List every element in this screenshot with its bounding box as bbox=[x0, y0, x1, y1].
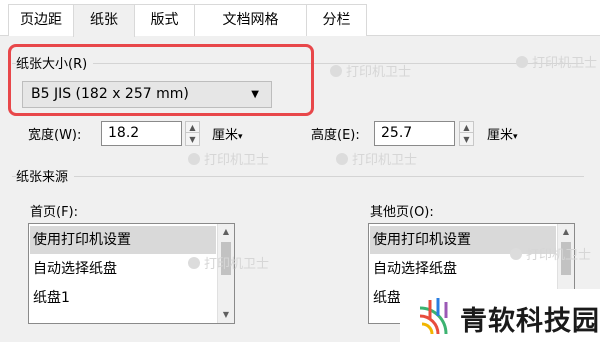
scrollbar[interactable]: ▲ ▼ bbox=[217, 224, 234, 323]
first-page-listbox[interactable]: 使用打印机设置 自动选择纸盘 纸盘1 ▲ ▼ bbox=[28, 223, 235, 324]
height-label: 高度(E): bbox=[311, 128, 360, 143]
height-spinner[interactable]: ▲ ▼ bbox=[459, 121, 474, 146]
watermark: 打印机卫士 bbox=[336, 149, 417, 168]
spin-up-icon[interactable]: ▲ bbox=[460, 122, 473, 133]
list-item[interactable]: 自动选择纸盘 bbox=[373, 255, 457, 283]
scroll-up-icon[interactable]: ▲ bbox=[218, 224, 234, 240]
location-pin-icon bbox=[188, 257, 200, 269]
tab-document-grid[interactable]: 文档网格 bbox=[194, 4, 307, 36]
logo-icon bbox=[419, 298, 448, 335]
paper-source-group-title: 纸张来源 bbox=[16, 166, 75, 185]
location-pin-icon bbox=[330, 65, 342, 77]
width-unit-label: 厘米 bbox=[212, 128, 239, 143]
watermark: 打印机卫士 bbox=[188, 253, 269, 272]
logo-badge: 青软科技园 bbox=[400, 289, 600, 342]
unit-dropdown-arrow-icon: ▾ bbox=[513, 132, 518, 142]
scroll-down-icon[interactable]: ▼ bbox=[218, 307, 234, 323]
location-pin-icon bbox=[336, 153, 348, 165]
list-item[interactable]: 纸盘1 bbox=[33, 284, 70, 312]
unit-dropdown-arrow-icon: ▾ bbox=[238, 132, 243, 142]
spin-up-icon[interactable]: ▲ bbox=[186, 122, 199, 133]
highlight-box bbox=[8, 44, 314, 116]
watermark: 打印机卫士 bbox=[516, 52, 597, 71]
tab-layout[interactable]: 版式 bbox=[134, 4, 195, 36]
tab-strip: 页边距 纸张 版式 文档网格 分栏 bbox=[0, 0, 600, 37]
width-unit-dropdown[interactable]: 厘米▾ bbox=[212, 124, 243, 143]
height-unit-dropdown[interactable]: 厘米▾ bbox=[487, 124, 518, 143]
watermark: 打印机卫士 bbox=[510, 244, 591, 263]
list-item[interactable]: 自动选择纸盘 bbox=[33, 255, 117, 283]
width-label: 宽度(W): bbox=[28, 128, 82, 143]
height-input[interactable]: 25.7 bbox=[374, 121, 455, 146]
logo-text: 青软科技园 bbox=[460, 306, 600, 337]
first-page-label: 首页(F): bbox=[30, 205, 79, 220]
location-pin-icon bbox=[516, 56, 528, 68]
tab-paper[interactable]: 纸张 bbox=[73, 4, 135, 37]
tab-columns[interactable]: 分栏 bbox=[306, 4, 367, 36]
height-unit-label: 厘米 bbox=[487, 128, 514, 143]
watermark: 打印机卫士 bbox=[330, 61, 411, 80]
page-setup-dialog: 页边距 纸张 版式 文档网格 分栏 纸张大小(R) B5 JIS (182 x … bbox=[0, 0, 600, 342]
other-pages-label: 其他页(O): bbox=[370, 205, 434, 220]
location-pin-icon bbox=[188, 153, 200, 165]
paper-source-divider bbox=[12, 176, 584, 177]
scroll-up-icon[interactable]: ▲ bbox=[558, 224, 574, 240]
list-item[interactable]: 使用打印机设置 bbox=[30, 226, 216, 254]
tab-margins[interactable]: 页边距 bbox=[8, 4, 74, 36]
spin-down-icon[interactable]: ▼ bbox=[186, 134, 199, 145]
location-pin-icon bbox=[510, 248, 522, 260]
width-spinner[interactable]: ▲ ▼ bbox=[185, 121, 200, 146]
width-input[interactable]: 18.2 bbox=[101, 121, 182, 146]
spin-down-icon[interactable]: ▼ bbox=[460, 134, 473, 145]
watermark: 打印机卫士 bbox=[188, 149, 269, 168]
